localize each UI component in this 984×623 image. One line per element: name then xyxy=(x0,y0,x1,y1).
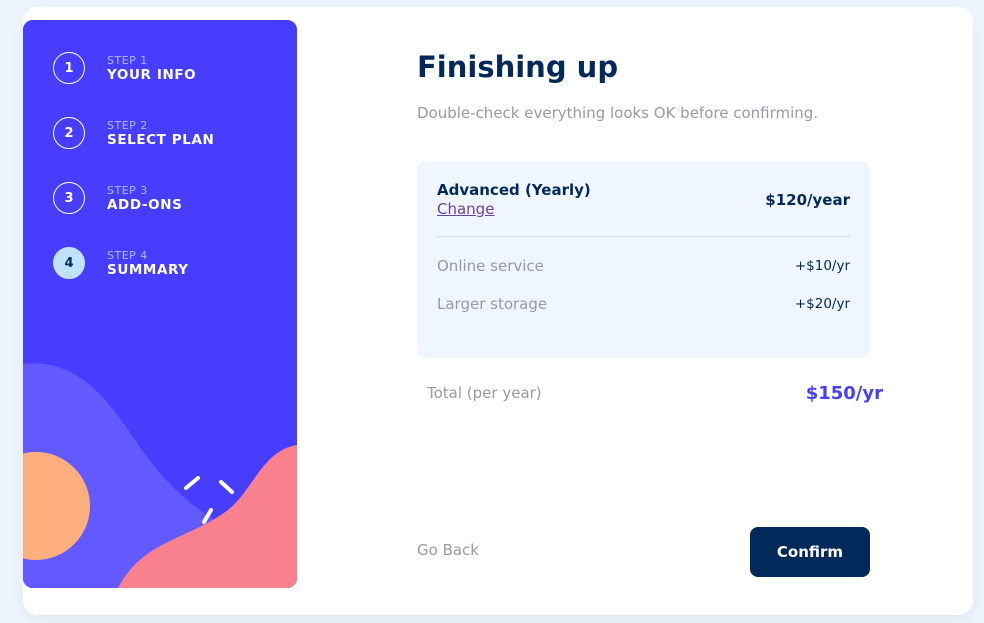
step-title: YOUR INFO xyxy=(107,66,197,83)
addon-name: Larger storage xyxy=(437,295,548,313)
plan-price: $120/year xyxy=(765,191,850,209)
step-number-badge: 2 xyxy=(53,117,85,149)
plan-name: Advanced (Yearly) xyxy=(437,181,591,199)
step-4: 4 STEP 4 SUMMARY xyxy=(53,247,189,279)
step-title: SELECT PLAN xyxy=(107,131,215,148)
step-label: STEP 2 xyxy=(107,118,148,132)
steps-sidebar: 1 STEP 1 YOUR INFO 2 STEP 2 SELECT PLAN … xyxy=(23,20,297,588)
addon-price: +$20/yr xyxy=(794,296,850,312)
addon-row: Larger storage +$20/yr xyxy=(437,295,850,313)
step-text: STEP 4 SUMMARY xyxy=(107,249,189,278)
go-back-button[interactable]: Go Back xyxy=(417,541,479,559)
page-subtitle: Double-check everything looks OK before … xyxy=(417,104,819,122)
step-text: STEP 2 SELECT PLAN xyxy=(107,119,214,148)
confirm-button[interactable]: Confirm xyxy=(750,527,870,577)
total-value: $150/yr xyxy=(805,383,883,404)
summary-divider xyxy=(437,236,850,237)
step-text: STEP 3 ADD-ONS xyxy=(107,184,182,213)
sidebar-background-illustration xyxy=(23,20,297,588)
step-title: SUMMARY xyxy=(107,261,189,278)
step-number-badge: 3 xyxy=(53,182,85,214)
change-plan-link[interactable]: Change xyxy=(437,200,494,218)
step-label: STEP 4 xyxy=(107,248,148,262)
step-label: STEP 1 xyxy=(107,53,148,67)
order-summary-box: Advanced (Yearly) Change $120/year Onlin… xyxy=(417,161,870,358)
step-1: 1 STEP 1 YOUR INFO xyxy=(53,52,196,84)
step-label: STEP 3 xyxy=(107,183,148,197)
step-number-badge-active: 4 xyxy=(53,247,85,279)
page-title: Finishing up xyxy=(417,50,619,84)
step-text: STEP 1 YOUR INFO xyxy=(107,54,196,83)
addon-price: +$10/yr xyxy=(794,258,850,274)
step-3: 3 STEP 3 ADD-ONS xyxy=(53,182,182,214)
step-2: 2 STEP 2 SELECT PLAN xyxy=(53,117,214,149)
total-label: Total (per year) xyxy=(427,384,542,402)
step-number-badge: 1 xyxy=(53,52,85,84)
addon-name: Online service xyxy=(437,257,544,275)
addon-row: Online service +$10/yr xyxy=(437,257,850,275)
step-title: ADD-ONS xyxy=(107,196,183,213)
